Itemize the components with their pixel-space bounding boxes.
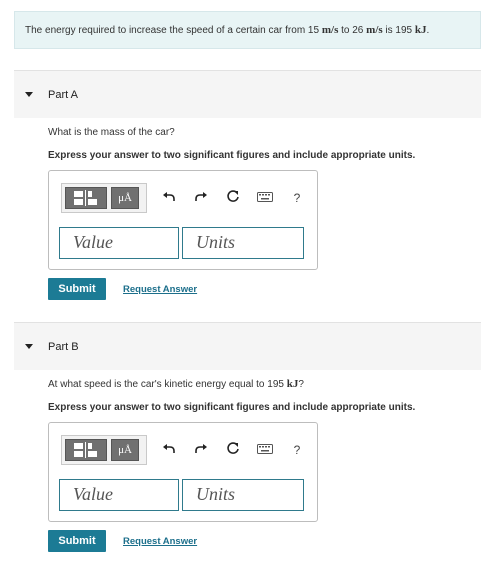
undo-icon[interactable] [159,183,179,213]
part-b-question: At what speed is the car's kinetic energ… [48,378,304,390]
part-a-question-text: What is the mass of the car? [48,127,175,138]
templates-button[interactable] [65,439,107,461]
reset-icon[interactable] [223,435,243,465]
collapse-caret-icon[interactable] [25,344,33,349]
redo-icon[interactable] [191,183,211,213]
keyboard-icon[interactable] [255,183,275,213]
part-a-instruction: Express your answer to two significant f… [48,150,416,161]
redo-icon[interactable] [191,435,211,465]
problem-text-4: . [426,25,430,36]
units-input[interactable]: Units [182,479,304,511]
part-a-question: What is the mass of the car? [48,127,175,138]
part-b-question-text: At what speed is the car's kinetic energ… [48,379,287,390]
collapse-caret-icon[interactable] [25,92,33,97]
math-palette: μÅ [61,435,147,465]
keyboard-icon[interactable] [255,435,275,465]
help-icon[interactable]: ? [287,435,307,465]
problem-text-2: to 26 [338,25,367,36]
part-b-question-end: ? [298,379,304,390]
part-a-answer-box: μÅ ? Value Units [48,170,318,270]
undo-icon[interactable] [159,435,179,465]
reset-icon[interactable] [223,183,243,213]
value-input[interactable]: Value [59,227,179,259]
part-b-answer-box: μÅ ? Value Units [48,422,318,522]
part-b-question-unit: kJ [286,378,299,390]
templates-button[interactable] [65,187,107,209]
help-icon[interactable]: ? [287,183,307,213]
problem-text-1: The energy required to increase the spee… [25,25,322,36]
part-b-title: Part B [48,340,79,353]
part-b-instruction: Express your answer to two significant f… [48,402,416,413]
part-b-header[interactable]: Part B [14,322,481,370]
part-b-toolbar: μÅ ? [61,435,307,465]
value-input[interactable]: Value [59,479,179,511]
problem-statement: The energy required to increase the spee… [14,11,481,49]
part-a-request-answer-link[interactable]: Request Answer [123,284,197,295]
problem-unit-kj: kJ [414,24,427,36]
part-a-header[interactable]: Part A [14,70,481,118]
templates-icon [74,442,97,458]
problem-text-3: is 195 [382,25,415,36]
part-a-toolbar: μÅ ? [61,183,307,213]
part-b-request-answer-link[interactable]: Request Answer [123,536,197,547]
units-input[interactable]: Units [182,227,304,259]
units-button[interactable]: μÅ [111,187,139,209]
problem-unit-ms: m/s [321,24,339,36]
part-a-title: Part A [48,88,78,101]
templates-icon [74,190,97,206]
part-b-submit-button[interactable]: Submit [48,530,106,552]
units-button[interactable]: μÅ [111,439,139,461]
math-palette: μÅ [61,183,147,213]
problem-unit-ms-2: m/s [366,24,383,36]
part-a-submit-button[interactable]: Submit [48,278,106,300]
